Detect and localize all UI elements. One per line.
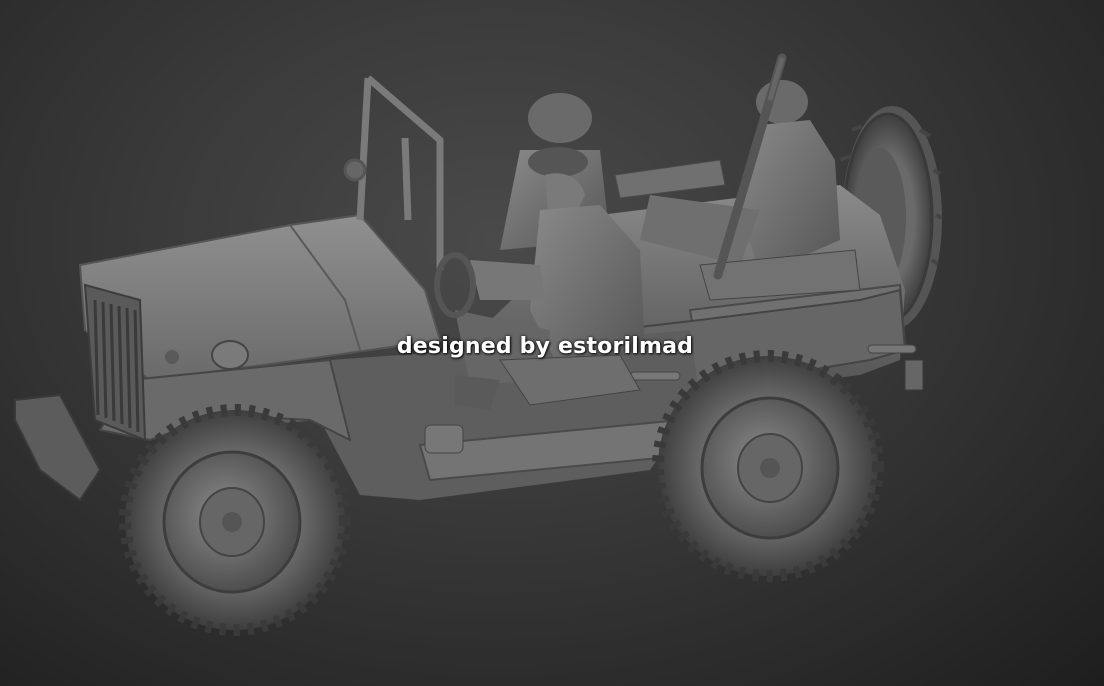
- watermark-text: designed by estorilmad: [396, 334, 694, 359]
- rear-wheel: [652, 350, 884, 582]
- front-wheel: [119, 404, 351, 636]
